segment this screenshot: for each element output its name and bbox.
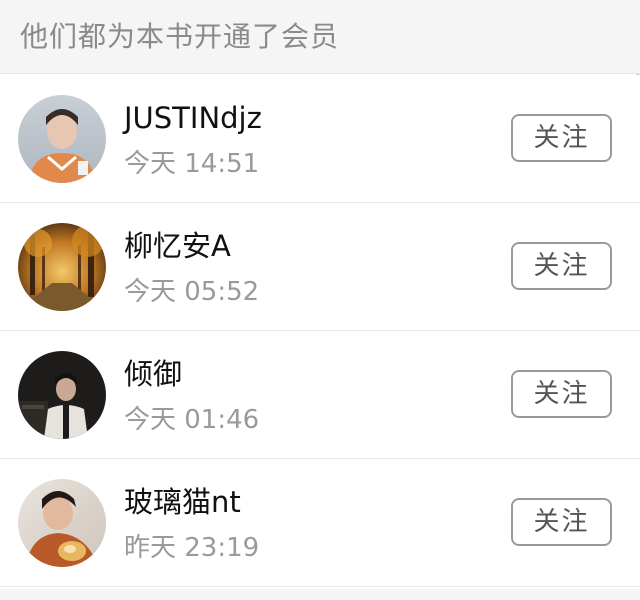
follow-button[interactable]: 关注 [511, 242, 612, 290]
follow-button[interactable]: 关注 [511, 114, 612, 162]
member-list: JUSTINdjz 今天 14:51 关注 柳忆安A 今天 05:52 关注 倾… [0, 75, 640, 587]
username[interactable]: 玻璃猫nt [124, 483, 241, 521]
join-time: 昨天 23:19 [124, 533, 260, 563]
join-time: 今天 05:52 [124, 277, 260, 307]
avatar[interactable] [18, 223, 106, 311]
page-title: 他们都为本书开通了会员 [20, 20, 340, 53]
avatar[interactable] [18, 351, 106, 439]
username[interactable]: JUSTINdjz [124, 99, 262, 137]
username[interactable]: 柳忆安A [124, 227, 231, 265]
follow-button[interactable]: 关注 [511, 498, 612, 546]
list-item[interactable]: 倾御 今天 01:46 关注 [0, 331, 640, 459]
members-header: 他们都为本书开通了会员 [0, 0, 640, 74]
username[interactable]: 倾御 [124, 355, 182, 393]
follow-button[interactable]: 关注 [511, 370, 612, 418]
list-footer-divider [0, 589, 640, 600]
join-time: 今天 01:46 [124, 405, 260, 435]
list-item[interactable]: 柳忆安A 今天 05:52 关注 [0, 203, 640, 331]
list-item[interactable]: JUSTINdjz 今天 14:51 关注 [0, 75, 640, 203]
join-time: 今天 14:51 [124, 149, 260, 179]
avatar[interactable] [18, 95, 106, 183]
list-item[interactable]: 玻璃猫nt 昨天 23:19 关注 [0, 459, 640, 587]
avatar[interactable] [18, 479, 106, 567]
